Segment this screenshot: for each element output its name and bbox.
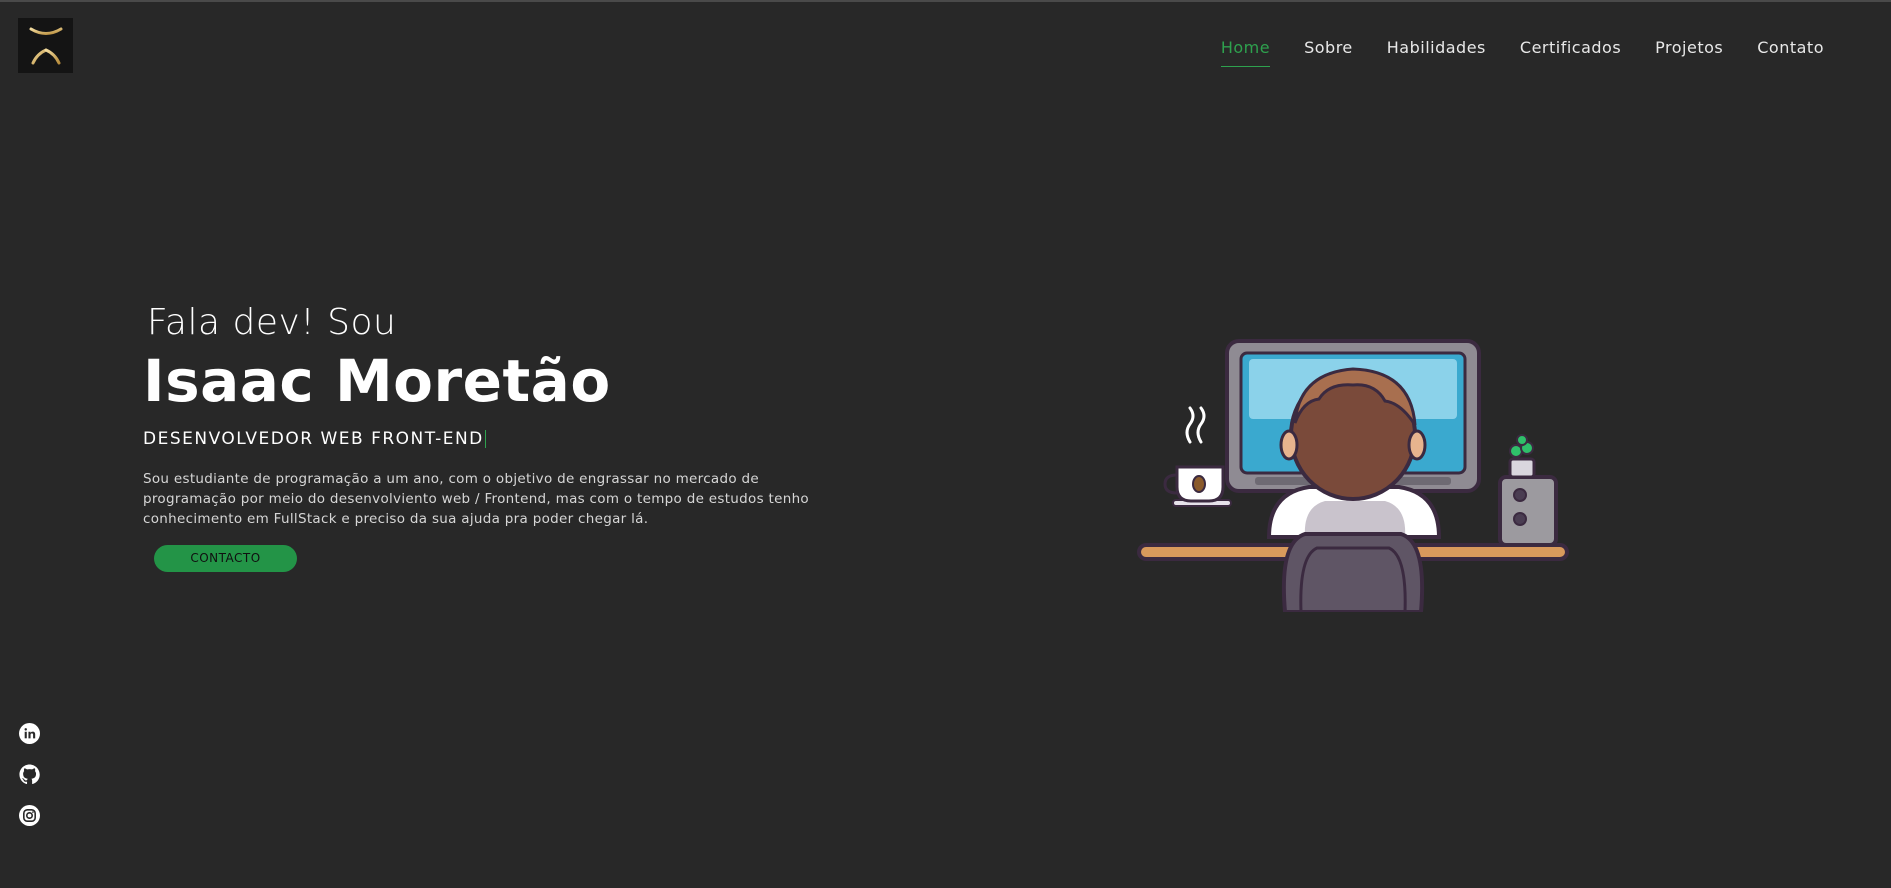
nav-item-habilidades[interactable]: Habilidades	[1370, 36, 1503, 67]
contact-button[interactable]: CONTACTO	[154, 545, 297, 572]
social-links	[19, 723, 40, 826]
page: Home Sobre Habilidades Certificados Proj…	[0, 0, 1891, 888]
hero-name: Isaac Moretão	[143, 347, 611, 415]
nav-item-sobre[interactable]: Sobre	[1287, 36, 1370, 67]
hero-role: DESENVOLVEDOR WEB FRONT-END	[143, 429, 843, 449]
developer-at-desk-image	[1137, 339, 1569, 614]
hero-greeting: Fala dev! Sou	[147, 302, 397, 343]
site-logo[interactable]	[18, 18, 73, 73]
nav-item-certificados[interactable]: Certificados	[1503, 36, 1638, 67]
linkedin-icon[interactable]	[19, 723, 40, 744]
nav-item-contato[interactable]: Contato	[1740, 36, 1841, 67]
github-icon[interactable]	[19, 764, 40, 785]
main-nav: Home Sobre Habilidades Certificados Proj…	[1204, 36, 1841, 67]
monogram-logo-icon	[29, 27, 62, 64]
typing-cursor	[484, 430, 486, 448]
developer-illustration	[1135, 327, 1575, 614]
hero-description: Sou estudiante de programação a um ano, …	[143, 471, 809, 527]
instagram-icon[interactable]	[19, 805, 40, 826]
hero-section: Fala dev! Sou Isaac Moretão DESENVOLVEDO…	[143, 302, 843, 572]
hero-role-text: DESENVOLVEDOR WEB FRONT-END	[143, 429, 484, 449]
nav-item-projetos[interactable]: Projetos	[1638, 36, 1740, 67]
nav-item-home[interactable]: Home	[1204, 36, 1287, 67]
